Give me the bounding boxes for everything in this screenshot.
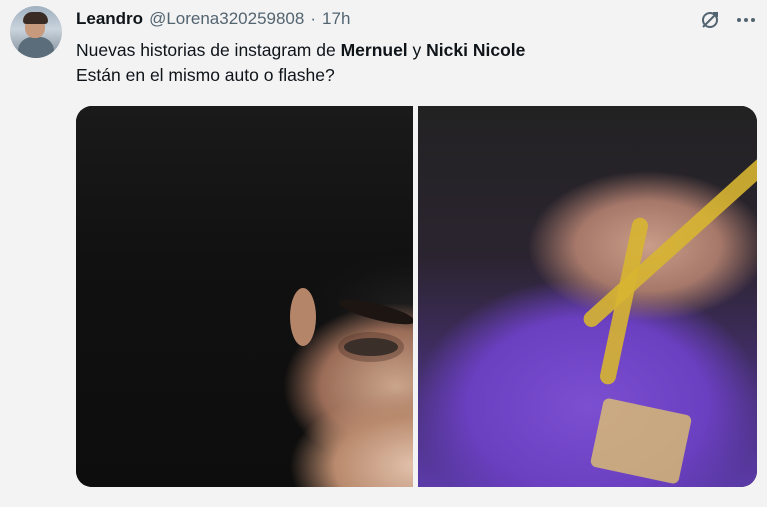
tweet-media[interactable] <box>76 106 757 487</box>
tweet-text-line-1: Nuevas historias de instagram de Mernuel… <box>76 38 736 63</box>
photo-left[interactable] <box>76 106 417 487</box>
photo-left-brow <box>337 296 417 328</box>
avatar[interactable] <box>10 6 62 58</box>
grok-icon[interactable] <box>698 8 722 32</box>
mention-nicki-nicole: Nicki Nicole <box>426 40 526 60</box>
photo-left-ear <box>290 288 316 346</box>
tweet[interactable]: Leandro @Lorena320259808 · 17h Nuevas hi… <box>0 0 767 507</box>
more-icon[interactable] <box>734 8 758 32</box>
photo-right[interactable] <box>418 106 757 487</box>
tweet-text-line-2: Están en el mismo auto o flashe? <box>76 65 335 85</box>
tweet-text: Nuevas historias de instagram de Mernuel… <box>76 38 736 88</box>
timestamp[interactable]: 17h <box>322 9 350 29</box>
avatar-hair <box>23 12 48 24</box>
author-handle[interactable]: @Lorena320259808 <box>149 9 304 29</box>
mention-mernuel: Mernuel <box>340 40 408 60</box>
header-separator: · <box>310 9 317 28</box>
author-name[interactable]: Leandro <box>76 9 143 29</box>
tweet-text-part: Nuevas historias de instagram de <box>76 40 341 60</box>
photo-left-eye <box>344 338 398 356</box>
tweet-text-part: y <box>407 40 427 60</box>
avatar-body <box>18 37 54 58</box>
tweet-header: Leandro @Lorena320259808 · 17h <box>76 8 350 30</box>
